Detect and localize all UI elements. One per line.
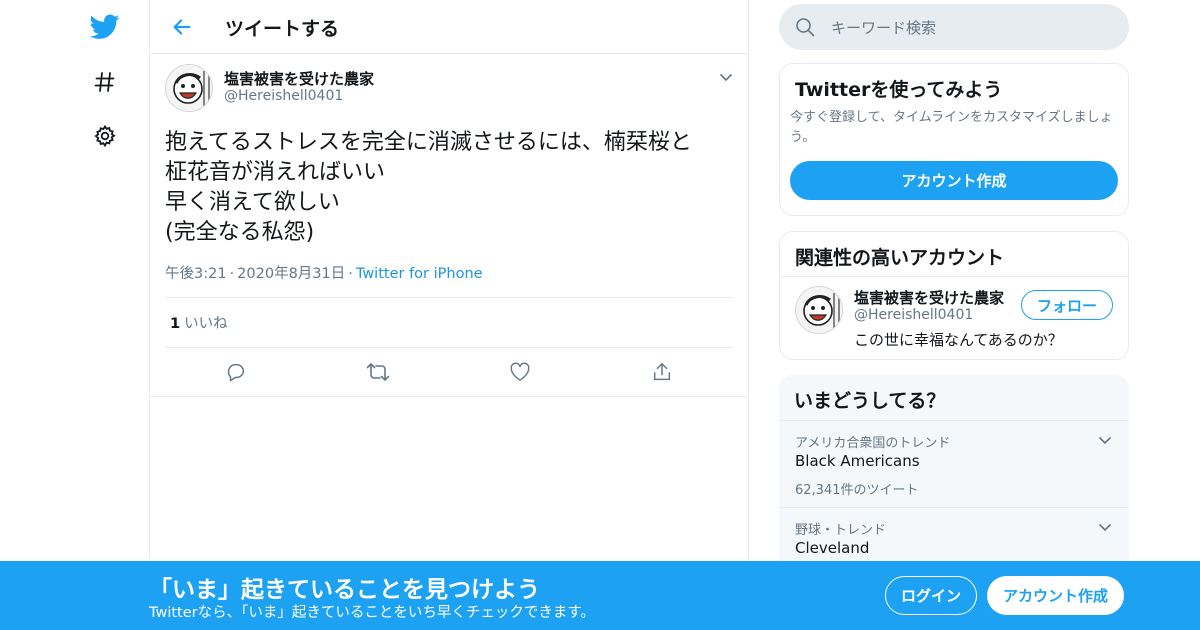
divider — [165, 297, 733, 298]
page-title: ツイートする — [225, 18, 340, 40]
heart-icon[interactable] — [507, 359, 533, 385]
related-account-bio: この世に幸福なんてあるのか？ — [854, 331, 1063, 349]
trend-context: 野球・トレンド — [795, 523, 887, 538]
related-account-avatar[interactable] — [795, 286, 843, 334]
author-handle[interactable]: @Hereishell0401 — [224, 88, 343, 104]
tweet-meta: 午後3:21 · 2020年8月31日 · Twitter for iPhone — [165, 262, 483, 283]
trend-item[interactable]: アメリカ合衆国のトレンド Black Americans 62,341件のツイー… — [779, 420, 1129, 507]
gear-icon[interactable] — [88, 119, 122, 153]
back-arrow-icon[interactable] — [166, 11, 198, 43]
divider — [150, 396, 748, 397]
meta-separator: · — [348, 266, 353, 282]
tweet-time[interactable]: 午後3:21 — [165, 266, 227, 282]
trend-name: Black Americans — [795, 452, 920, 470]
related-accounts-title: 関連性の高いアカウント — [795, 247, 1005, 269]
banner-subtitle: Twitterなら、「いま」起きていることをいち早くチェックできます。 — [149, 605, 595, 621]
login-button[interactable]: ログイン — [885, 576, 977, 615]
signup-card-subtitle: 今すぐ登録して、タイムラインをカスタマイズしましょう。 — [790, 110, 1113, 145]
divider — [165, 347, 733, 348]
search-input[interactable]: キーワード検索 — [831, 17, 936, 38]
follow-button[interactable]: フォロー — [1021, 290, 1113, 320]
signup-banner: 「いま」起きていることを見つけよう Twitterなら、「いま」起きていることを… — [0, 561, 1200, 630]
tweet-text: 抱えてるストレスを完全に消滅させるには、楠栞桜と 柾花音が消えればいい 早く消え… — [165, 130, 692, 245]
trend-context: アメリカ合衆国のトレンド — [795, 436, 951, 451]
banner-create-account-button[interactable]: アカウント作成 — [987, 576, 1124, 615]
trend-count: 62,341件のツイート — [795, 483, 919, 498]
trends-panel: いまどうしてる？ アメリカ合衆国のトレンド Black Americans 62… — [779, 375, 1129, 575]
signup-card-title: Twitterを使ってみよう — [795, 79, 1003, 101]
related-account-handle[interactable]: @Hereishell0401 — [854, 307, 973, 323]
like-count[interactable]: 1 いいね — [170, 312, 228, 333]
chevron-down-icon[interactable] — [1095, 517, 1115, 537]
search-bar[interactable]: キーワード検索 — [779, 4, 1129, 50]
divider — [780, 276, 1128, 277]
trends-title: いまどうしてる？ — [794, 390, 946, 412]
share-icon[interactable] — [649, 359, 675, 385]
create-account-button[interactable]: アカウント作成 — [790, 161, 1118, 200]
tweet-source-link[interactable]: Twitter for iPhone — [356, 266, 483, 282]
main-column: ツイートする 塩害被害を受けた農家 @Hereishell0401 抱えてるスト… — [149, 0, 749, 630]
author-avatar[interactable] — [165, 64, 213, 112]
like-count-value: 1 — [170, 316, 181, 332]
trend-name: Cleveland — [795, 539, 870, 557]
retweet-icon[interactable] — [365, 359, 391, 385]
chevron-down-icon[interactable] — [1095, 430, 1115, 450]
signup-card: Twitterを使ってみよう 今すぐ登録して、タイムラインをカスタマイズしましょ… — [779, 63, 1129, 216]
page-header: ツイートする — [150, 0, 748, 54]
meta-separator: · — [229, 266, 235, 282]
related-account-name[interactable]: 塩害被害を受けた農家 — [854, 287, 1004, 308]
chevron-down-icon[interactable] — [715, 66, 737, 88]
author-display-name[interactable]: 塩害被害を受けた農家 — [224, 68, 374, 89]
tweet-date[interactable]: 2020年8月31日 — [237, 266, 345, 282]
twitter-bird-icon[interactable] — [88, 10, 122, 44]
related-accounts-card: 関連性の高いアカウント 塩害被害を受けた農家 @Hereishell0401 フ… — [779, 231, 1129, 360]
banner-title: 「いま」起きていることを見つけよう — [149, 577, 540, 603]
hashtag-icon[interactable] — [88, 65, 122, 99]
reply-icon[interactable] — [223, 359, 249, 385]
search-icon — [795, 17, 815, 37]
like-count-label: いいね — [184, 316, 228, 332]
